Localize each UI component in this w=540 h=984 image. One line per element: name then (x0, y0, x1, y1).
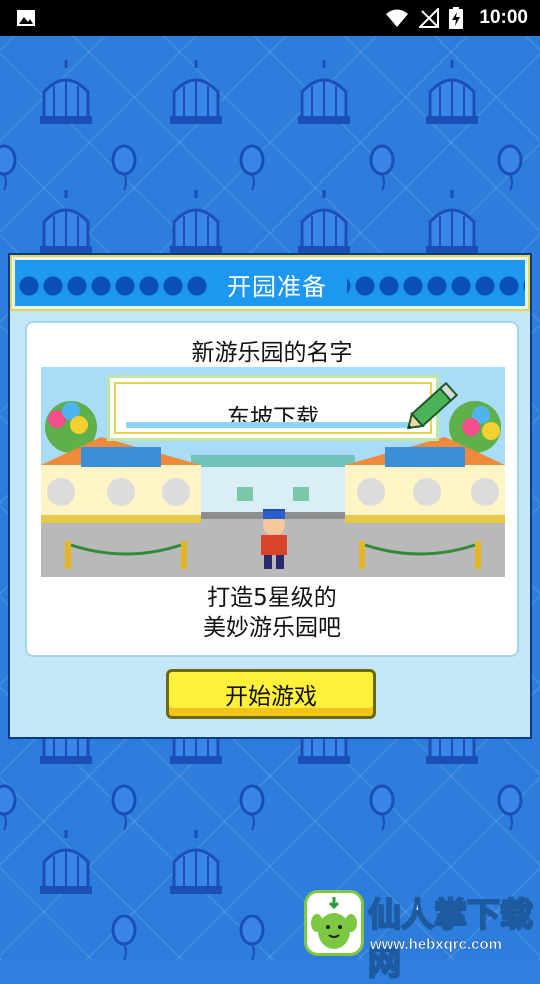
status-time: 10:00 (479, 7, 528, 28)
park-description: 打造5星级的 美妙游乐园吧 (27, 583, 517, 643)
wifi-icon (386, 9, 409, 27)
signal-icon (419, 8, 440, 28)
image-icon (17, 10, 35, 26)
description-line-1: 打造5星级的 (207, 585, 337, 611)
park-entrance-illustration: 东坡下载 (41, 367, 505, 577)
status-bar: 10:00 (0, 0, 540, 36)
park-name-field-border: 东坡下载 (114, 382, 432, 434)
park-name-field[interactable]: 东坡下载 (107, 375, 439, 441)
watermark-url: www.hebxqrc.com (370, 936, 502, 954)
dialog-header: 开园准备 (10, 255, 530, 311)
card-title: 新游乐园的名字 (191, 340, 353, 366)
battery-charging-icon (449, 7, 464, 29)
park-name-card: 新游乐园的名字 东坡下载 打造5星级的 美妙游乐园吧 (25, 321, 519, 657)
park-setup-dialog: 开园准备 新游乐园的名字 东坡下载 打造5星级的 美妙游乐园吧 开始游戏 (8, 253, 532, 739)
cactus-logo-icon (304, 890, 364, 956)
description-line-2: 美妙游乐园吧 (203, 615, 341, 641)
pencil-icon[interactable] (401, 377, 463, 439)
dialog-title: 开园准备 (207, 265, 347, 303)
watermark: 仙人掌下载网 www.hebxqrc.com (300, 880, 540, 983)
park-name-underline (126, 422, 420, 428)
start-game-button[interactable]: 开始游戏 (166, 669, 376, 719)
